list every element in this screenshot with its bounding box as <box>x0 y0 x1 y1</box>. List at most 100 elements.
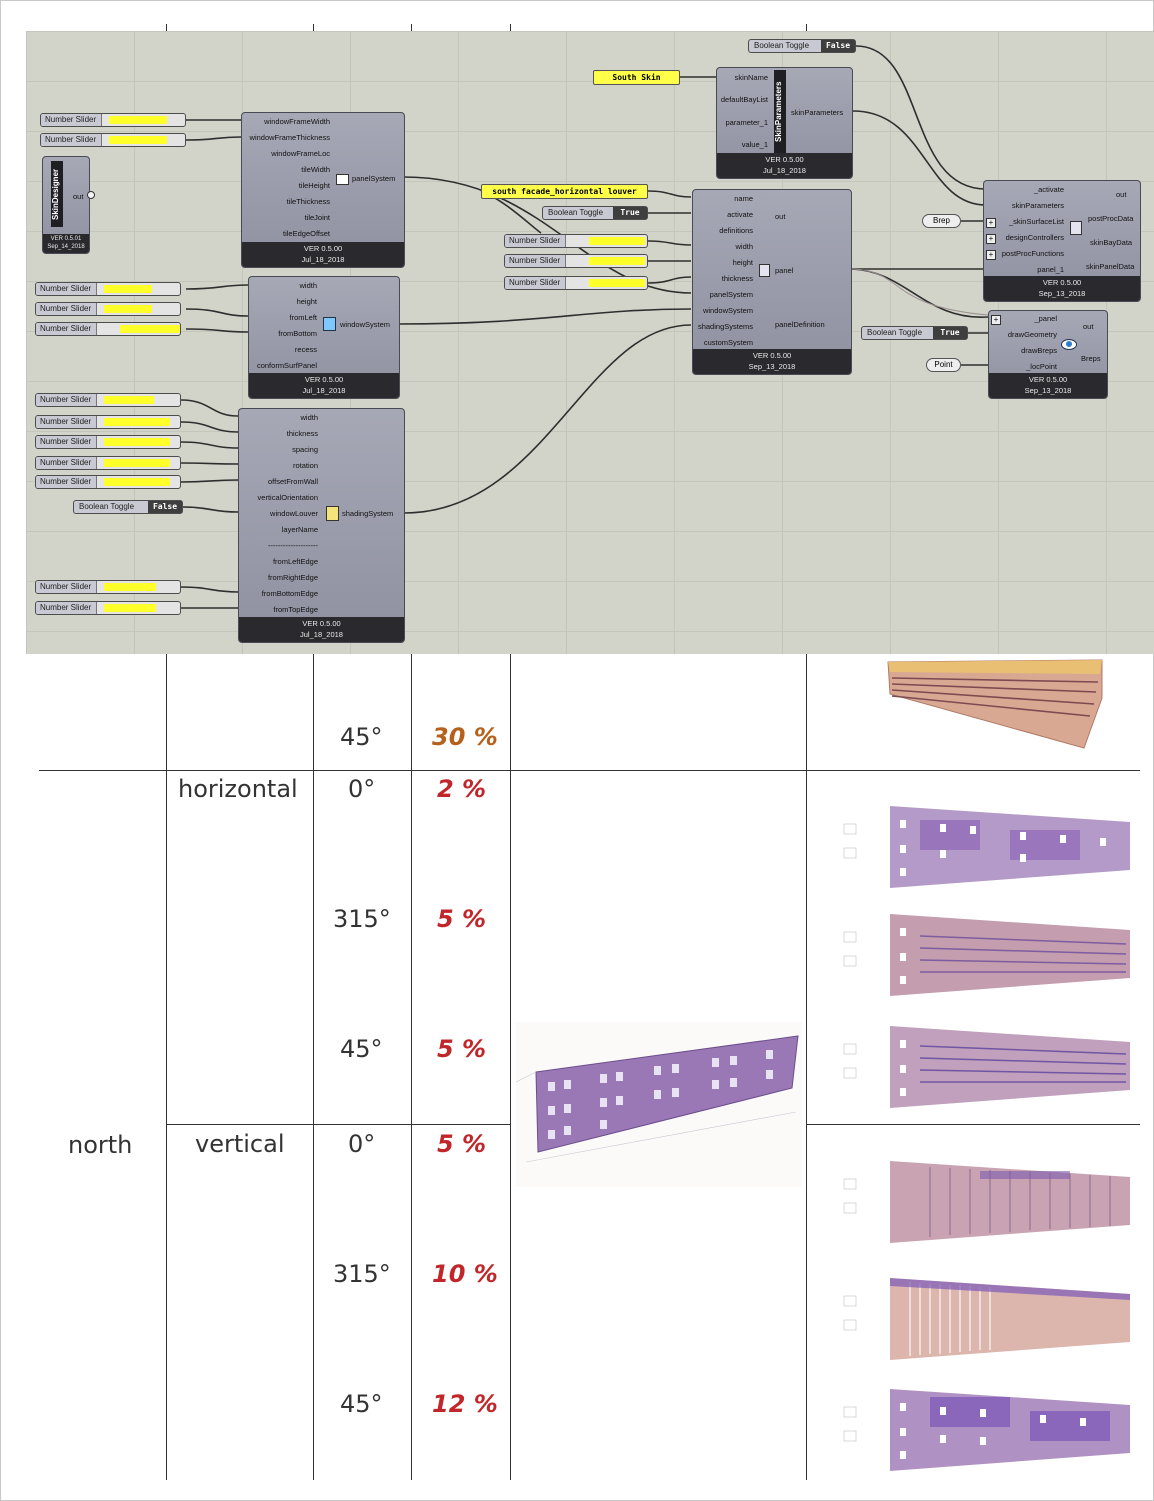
slider-label: Number Slider <box>36 602 97 614</box>
version-date: Sep_13_2018 <box>748 362 796 371</box>
version-date: Sep_13_2018 <box>1038 289 1086 298</box>
input-label: designControllers <box>1005 233 1064 242</box>
window-icon <box>323 317 336 331</box>
toggle-value: False <box>148 501 182 513</box>
input-label: width <box>300 413 318 422</box>
version-date: Jul_18_2018 <box>763 166 806 175</box>
number-slider[interactable]: Number Slider <box>35 302 181 316</box>
number-slider[interactable]: Number Slider <box>35 456 181 470</box>
column-divider <box>313 654 314 1480</box>
input-label: panelSystem <box>709 290 753 299</box>
input-label: fromLeft <box>289 313 317 322</box>
column-divider <box>313 24 314 31</box>
output-port[interactable] <box>87 191 95 199</box>
panel-component[interactable]: name activate definitions width height t… <box>692 189 852 375</box>
number-slider[interactable]: Number Slider <box>35 282 181 296</box>
percent-cell: 30 % <box>432 723 498 751</box>
column-divider <box>166 654 167 1480</box>
louver-type-cell: vertical <box>195 1130 285 1158</box>
louver-name-panel[interactable]: south facade_horizontal louver <box>481 184 648 199</box>
version-date: Jul_18_2018 <box>300 630 343 639</box>
boolean-toggle[interactable]: Boolean Toggle True <box>861 326 968 340</box>
slider-fill <box>104 478 170 486</box>
number-slider[interactable]: Number Slider <box>40 113 186 127</box>
input-label: verticalOrientation <box>257 493 318 502</box>
draw-component[interactable]: _panel drawGeometry drawBreps _locPoint … <box>988 310 1108 399</box>
shading-icon <box>326 506 339 521</box>
version-date: Sep_13_2018 <box>1024 386 1072 395</box>
slider-label: Number Slider <box>505 255 566 267</box>
panel-system-component[interactable]: windowFrameWidth windowFrameThickness wi… <box>241 112 405 268</box>
row-divider <box>39 770 1140 771</box>
number-slider[interactable]: Number Slider <box>40 133 186 147</box>
version-date: Jul_18_2018 <box>301 255 345 264</box>
version-text: VER 0.5.00 <box>304 375 344 384</box>
south-skin-panel[interactable]: South Skin <box>593 70 680 85</box>
angle-cell: 45° <box>340 723 383 751</box>
number-slider[interactable]: Number Slider <box>35 393 181 407</box>
version-text: VER 0.5.00 <box>1028 375 1068 384</box>
input-label: tileHeight <box>298 181 330 190</box>
number-slider[interactable]: Number Slider <box>504 254 648 268</box>
boolean-toggle[interactable]: Boolean Toggle False <box>748 39 856 53</box>
slider-fill <box>109 136 167 144</box>
column-divider <box>806 654 807 1480</box>
number-slider[interactable]: Number Slider <box>35 415 181 429</box>
boolean-toggle[interactable]: Boolean Toggle False <box>73 500 183 514</box>
version-date: Jul_18_2018 <box>302 386 346 395</box>
expand-icon[interactable]: + <box>986 234 996 244</box>
input-label: fromBottom <box>278 329 317 338</box>
brep-param[interactable]: Brep <box>922 214 961 228</box>
slider-fill <box>104 285 152 293</box>
input-label: height <box>732 258 753 267</box>
orientation-cell: north <box>68 1131 133 1159</box>
slider-label: Number Slider <box>505 235 566 247</box>
slider-label: Number Slider <box>36 323 97 335</box>
slider-label: Number Slider <box>36 581 97 593</box>
input-label: fromBottomEdge <box>261 589 318 598</box>
version-text: VER 0.5.00 <box>1042 278 1082 287</box>
slider-label: Number Slider <box>41 114 102 126</box>
version-label: VER 0.5.00 Jul_18_2018 <box>249 373 399 398</box>
input-label: _locPoint <box>1026 362 1057 371</box>
slider-fill <box>120 325 180 333</box>
percent-cell: 10 % <box>432 1260 498 1288</box>
input-label: fromTopEdge <box>273 605 318 614</box>
percent-cell: 5 % <box>437 905 487 933</box>
input-label: windowLouver <box>270 509 318 518</box>
slider-label: Number Slider <box>36 457 97 469</box>
skin-parameters-component[interactable]: skinName defaultBayList parameter_1 valu… <box>716 67 853 179</box>
number-slider[interactable]: Number Slider <box>504 234 648 248</box>
facade-render-large <box>516 1022 802 1187</box>
number-slider[interactable]: Number Slider <box>35 580 181 594</box>
slider-label: Number Slider <box>36 283 97 295</box>
input-label: fromRightEdge <box>267 573 318 582</box>
input-label: tileThickness <box>286 197 330 206</box>
grasshopper-canvas[interactable]: SkinDesigner out VER 0.5.01 Sep_14_2018 … <box>26 31 1154 654</box>
toggle-label: Boolean Toggle <box>754 41 810 50</box>
shading-system-component[interactable]: width thickness spacing rotation offsetF… <box>238 408 405 643</box>
expand-icon[interactable]: + <box>986 250 996 260</box>
number-slider[interactable]: Number Slider <box>35 322 181 336</box>
row-divider <box>806 1124 1140 1125</box>
number-slider[interactable]: Number Slider <box>35 475 181 489</box>
output-label: skinPanelData <box>1086 262 1135 271</box>
facade-render-vertical-315 <box>843 1278 1130 1360</box>
skin-designer-component[interactable]: SkinDesigner out VER 0.5.01 Sep_14_2018 <box>42 156 90 254</box>
number-slider[interactable]: Number Slider <box>35 601 181 615</box>
slider-label: Number Slider <box>36 394 97 406</box>
window-system-component[interactable]: width height fromLeft fromBottom recess … <box>248 276 400 399</box>
slider-fill <box>589 237 645 245</box>
expand-icon[interactable]: + <box>986 218 996 228</box>
skin-designer-title: SkinDesigner <box>51 161 63 227</box>
expand-icon[interactable]: + <box>991 315 1001 325</box>
point-param[interactable]: Point <box>926 358 961 372</box>
input-label: offsetFromWall <box>267 477 318 486</box>
column-divider <box>510 24 511 31</box>
boolean-toggle[interactable]: Boolean Toggle True <box>542 206 648 220</box>
output-label: panelSystem <box>352 174 396 183</box>
number-slider[interactable]: Number Slider <box>35 435 181 449</box>
post-processing-component[interactable]: _activate skinParameters _skinSurfaceLis… <box>983 180 1141 302</box>
number-slider[interactable]: Number Slider <box>504 276 648 290</box>
toggle-value: False <box>821 40 855 52</box>
